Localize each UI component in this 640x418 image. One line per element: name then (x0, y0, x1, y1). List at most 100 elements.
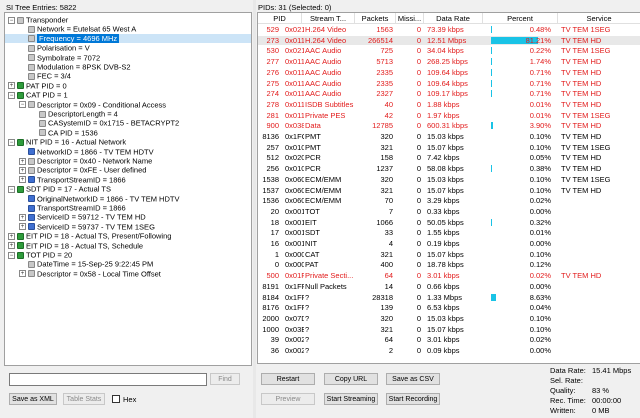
pid-hex-cell: 0x0027 (285, 335, 304, 345)
tree-node[interactable]: + Descriptor = 0x40 - Network Name (19, 156, 152, 166)
table-row[interactable]: 0 0x0000PAT 400 0 18.78 kbps 0.12% (258, 260, 640, 269)
table-row[interactable]: 256 0x0100PCR 1237 0 58.08 kbps 0.38% TV TEM H… (258, 164, 640, 173)
table-row[interactable]: 8136 0x1FC8PMT 320 0 15.03 kbps 0.10% TV TEM H… (258, 132, 640, 141)
table-row[interactable]: 273 0x0111H.264 Video 266514 0 12.51 Mbps 81.… (258, 35, 640, 45)
search-input[interactable] (9, 373, 207, 386)
tree-node[interactable]: CA PID = 1536 (30, 128, 98, 137)
tree-node[interactable]: Symbolrate = 7072 (19, 53, 100, 62)
table-row[interactable]: 530 0x0212AAC Audio 725 0 34.04 kbps 0.22% TV … (258, 46, 640, 55)
collapse-icon[interactable]: − (8, 16, 15, 24)
column-header[interactable]: Packets (355, 13, 396, 24)
expand-icon[interactable]: + (19, 213, 26, 221)
tree-node[interactable]: NetworkID = 1866 - TV TEM HDTV (19, 147, 154, 156)
column-header[interactable]: Data Rate (424, 13, 483, 24)
tree-node[interactable]: + EIT PID = 18 - Actual TS, Present/Follo… (8, 231, 171, 241)
hex-checkbox[interactable] (112, 395, 120, 403)
expand-icon[interactable]: + (19, 157, 26, 165)
tree-node[interactable]: − Descriptor = 0x09 - Conditional Access (19, 100, 166, 109)
tree-node[interactable]: OriginalNetworkID = 1866 - TV TEM HDTV (19, 194, 179, 203)
tree-node[interactable]: DateTime = 15-Sep-25 9:22:45 PM (19, 259, 153, 269)
tree-node[interactable]: + EIT PID = 18 - Actual TS, Schedule (8, 241, 143, 250)
table-row[interactable]: 275 0x0113AAC Audio 2335 0 109.64 kbps 0.71% T… (258, 79, 640, 88)
pid-hex-cell: 0x0024 (285, 346, 304, 355)
expand-icon[interactable]: + (8, 242, 15, 250)
tree-node[interactable]: Frequency = 4696 MHz (19, 34, 120, 44)
pane-splitter[interactable] (253, 0, 256, 418)
expand-icon[interactable]: + (19, 166, 26, 174)
table-row[interactable]: 2000 0x07D0? 320 0 15.03 kbps 0.10% (258, 314, 640, 323)
column-header[interactable]: Missi... (396, 13, 424, 24)
tree-node[interactable]: CASystemID = 0x1715 - BETACRYPT2 (30, 118, 179, 128)
tree-node[interactable]: − SDT PID = 17 - Actual TS (8, 184, 111, 194)
collapse-icon[interactable]: − (8, 138, 15, 146)
column-header[interactable]: Stream T... (302, 13, 355, 24)
tree-node[interactable]: + TransportStreamID = 1866 (19, 175, 126, 184)
start-recording-button[interactable]: Start Recording (386, 393, 440, 405)
tree-node[interactable]: FEC = 3/4 (19, 71, 71, 81)
table-row[interactable]: 39 0x0027? 64 0 3.01 kbps 0.02% (258, 335, 640, 344)
si-tree[interactable]: − Transponder Network = Eutelsat 65 West A… (4, 12, 252, 366)
expand-icon[interactable]: + (19, 270, 26, 278)
collapse-icon[interactable]: − (19, 101, 26, 109)
tree-node[interactable]: + Descriptor = 0xFE - User defined (19, 165, 146, 175)
table-row[interactable]: 1000 0x03E8? 321 0 15.07 kbps 0.10% (258, 325, 640, 334)
table-stats-button[interactable]: Table Stats (63, 393, 105, 405)
table-row[interactable]: 257 0x0101PMT 321 0 15.07 kbps 0.10% TV TEM 1S… (258, 143, 640, 152)
restart-button[interactable]: Restart (261, 373, 315, 385)
expand-icon[interactable]: + (19, 176, 26, 184)
table-row[interactable]: 1536 0x0600ECM/EMM 70 0 3.29 kbps 0.02% (258, 196, 640, 205)
tree-node[interactable]: − CAT PID = 1 (8, 90, 68, 100)
table-row[interactable]: 529 0x0211H.264 Video 1563 0 73.39 kbps 0.48%… (258, 25, 640, 34)
start-streaming-button[interactable]: Start Streaming (324, 393, 378, 405)
collapse-icon[interactable]: − (8, 91, 15, 99)
tree-node[interactable]: − TOT PID = 20 (8, 250, 72, 260)
tree-node[interactable]: − NIT PID = 16 - Actual Network (8, 137, 126, 147)
tree-node[interactable]: Modulation = 8PSK DVB-S2 (19, 62, 131, 72)
column-header[interactable]: PID (258, 13, 302, 24)
column-header[interactable]: Percent (483, 13, 558, 24)
table-row[interactable]: 8191 0x1FFFNull Packets 14 0 0.66 kbps 0.00% (258, 282, 640, 291)
tree-node[interactable]: + ServiceID = 59737 - TV TEM 1SEG (19, 222, 155, 231)
table-row[interactable]: 500 0x01F4Private Secti... 64 0 3.01 kbps 0.0… (258, 271, 640, 280)
table-row[interactable]: 274 0x0112AAC Audio 2327 0 109.17 kbps 0.71% T… (258, 89, 640, 98)
table-row[interactable]: 277 0x0115AAC Audio 5713 0 268.25 kbps 1.74% T… (258, 57, 640, 66)
save-csv-button[interactable]: Save as CSV (386, 373, 440, 385)
table-row[interactable]: 8184 0x1FF8? 28318 0 1.33 Mbps 8.63% (258, 293, 640, 302)
tree-node[interactable]: − Transponder (8, 15, 68, 25)
find-button[interactable]: Find (210, 373, 240, 385)
table-row[interactable]: 512 0x0200PCR 158 0 7.42 kbps 0.05% TV TEM HD (258, 153, 640, 162)
table-row[interactable]: 16 0x0010NIT 4 0 0.19 kbps 0.00% (258, 239, 640, 248)
table-row[interactable]: 281 0x0119Private PES 42 0 1.97 kbps 0.01% TV … (258, 111, 640, 120)
expand-icon[interactable]: + (8, 232, 15, 240)
tree-node[interactable]: + PAT PID = 0 (8, 81, 67, 90)
packets-cell: 2335 (376, 67, 393, 77)
table-row[interactable]: 17 0x0011SDT 33 0 1.55 kbps 0.01% (258, 228, 640, 237)
save-xml-button[interactable]: Save as XML (9, 393, 57, 405)
tree-node[interactable]: + ServiceID = 59712 - TV TEM HD (19, 212, 146, 222)
table-row[interactable]: 1 0x0001CAT 321 0 15.07 kbps 0.10% (258, 250, 640, 259)
copy-url-button[interactable]: Copy URL (324, 373, 378, 385)
tree-node[interactable]: DescriptorLength = 4 (30, 109, 118, 119)
table-row[interactable]: 1537 0x0601ECM/EMM 321 0 15.07 kbps 0.10% TV T… (258, 186, 640, 195)
table-row[interactable]: 18 0x0012EIT 1066 0 50.05 kbps 0.32% (258, 218, 640, 227)
table-row[interactable]: 900 0x0384Data 12785 0 600.31 kbps 3.90% TV TE… (258, 121, 640, 130)
tree-node[interactable]: Network = Eutelsat 65 West A (19, 24, 136, 34)
table-row[interactable]: 36 0x0024? 2 0 0.09 kbps 0.00% (258, 346, 640, 355)
collapse-icon[interactable]: − (8, 251, 15, 259)
missing-cell: 0 (416, 239, 421, 248)
tree-node[interactable]: Polarisation = V (19, 43, 90, 53)
table-row[interactable]: 278 0x0116ISDB Subtitles 40 0 1.88 kbps 0.01%… (258, 100, 640, 109)
tree-node[interactable]: TransportStreamID = 1866 (19, 203, 126, 213)
expand-icon[interactable]: + (8, 82, 15, 90)
preview-button[interactable]: Preview (261, 393, 315, 405)
pid-table[interactable]: PID Stream T... Packets Missi... Data Rate Pe… (257, 12, 640, 364)
table-row[interactable]: 1538 0x0602ECM/EMM 320 0 15.03 kbps 0.10% TV T… (258, 175, 640, 184)
tree-node[interactable]: + Descriptor = 0x58 - Local Time Offset (19, 269, 161, 278)
table-row[interactable]: 276 0x0114AAC Audio 2335 0 109.64 kbps 0.71% T… (258, 68, 640, 77)
column-header[interactable]: Service (558, 13, 640, 24)
collapse-icon[interactable]: − (8, 185, 15, 193)
expand-icon[interactable]: + (19, 223, 26, 231)
table-row[interactable]: 8176 0x1FF0? 139 0 6.53 kbps 0.04% (258, 303, 640, 312)
service-cell (558, 282, 640, 291)
table-row[interactable]: 20 0x0014TOT 7 0 0.33 kbps 0.00% (258, 207, 640, 216)
